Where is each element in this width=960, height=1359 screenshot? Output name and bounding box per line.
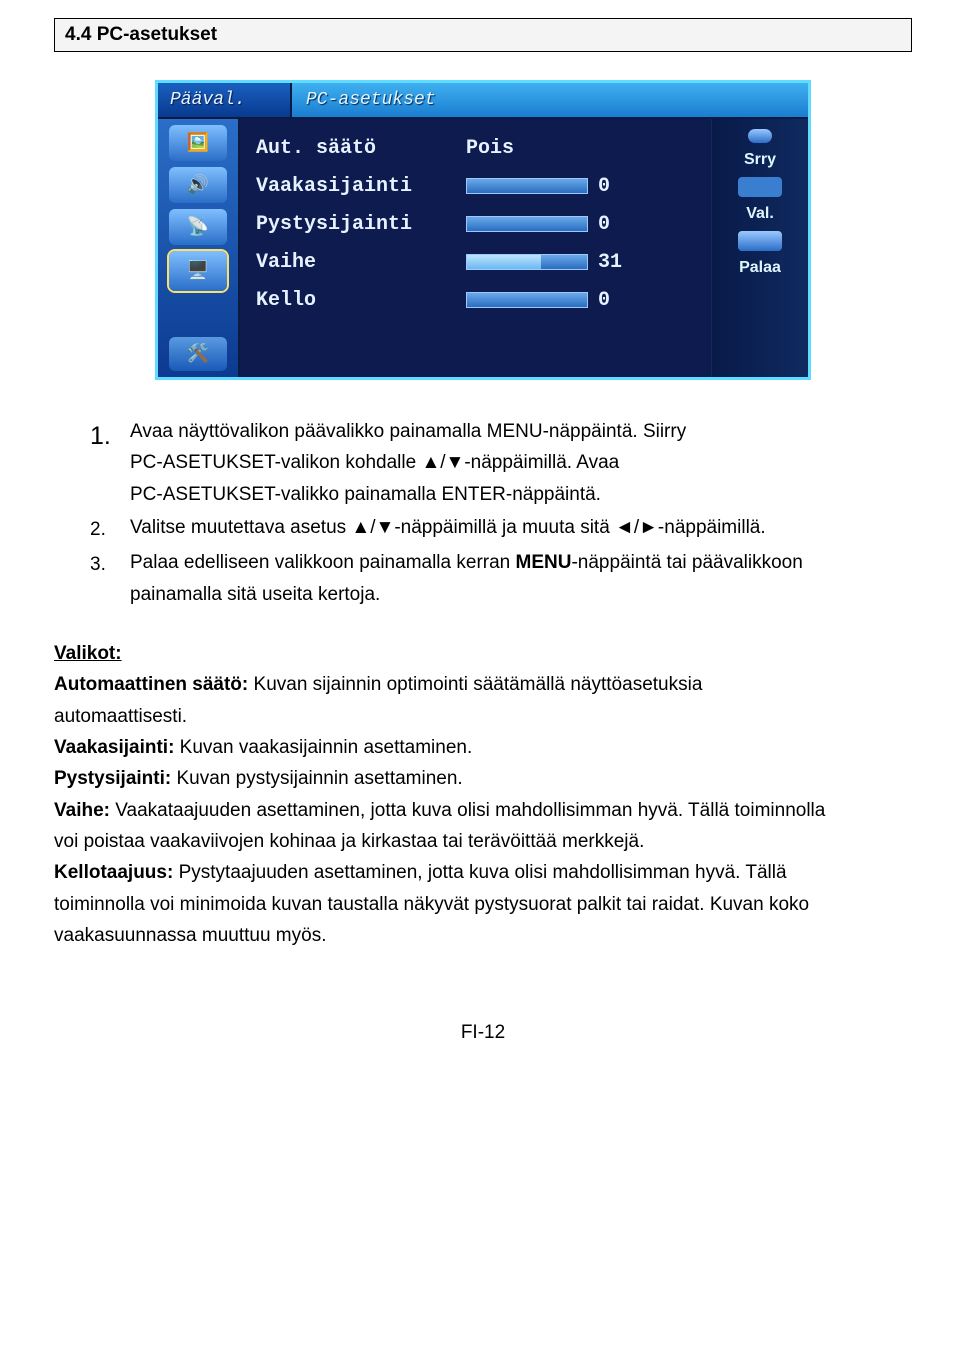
instruction-text: Avaa näyttövalikon päävalikko painamalla… — [130, 421, 686, 442]
slider-icon — [466, 292, 588, 308]
option-desc: automaattisesti. — [54, 706, 187, 727]
setting-row-hpos[interactable]: Vaakasijainti 0 — [256, 167, 705, 205]
option-name: Automaattinen säätö: — [54, 674, 248, 695]
osd-header-title: PC-asetukset — [290, 83, 808, 117]
setting-row-vpos[interactable]: Pystysijainti 0 — [256, 205, 705, 243]
option-desc: Kuvan pystysijainnin asettaminen. — [171, 768, 463, 789]
page-number: FI-12 — [54, 1022, 912, 1044]
setting-value: 31 — [598, 251, 622, 274]
option-name: Vaakasijainti: — [54, 737, 174, 758]
legend-back: Palaa — [739, 259, 781, 277]
scroll-icon — [748, 129, 772, 143]
option-desc: voi poistaa vaakaviivojen kohinaa ja kir… — [54, 831, 644, 852]
instruction-text: Palaa edelliseen valikkoon painamalla ke… — [130, 552, 516, 573]
setting-label: Vaakasijainti — [256, 175, 466, 198]
osd-screenshot: Pääval. PC-asetukset 🖼️ 🔊 📡 🖥️ 🛠️ Aut. s… — [54, 80, 912, 380]
valikot-heading: Valikot: — [54, 643, 122, 664]
option-desc: toiminnolla voi minimoida kuvan taustall… — [54, 894, 809, 915]
setting-row-phase[interactable]: Vaihe 31 — [256, 243, 705, 281]
menu-key: MENU — [516, 552, 572, 573]
setting-label: Pystysijainti — [256, 213, 466, 236]
slider-icon — [466, 216, 588, 232]
slider-icon — [466, 178, 588, 194]
settings-icon[interactable]: 🛠️ — [169, 337, 227, 371]
option-name: Pystysijainti: — [54, 768, 171, 789]
osd-legend: Srry Val. Palaa — [711, 119, 808, 377]
setting-label: Aut. säätö — [256, 137, 466, 160]
menu-button-icon — [738, 231, 782, 251]
sound-icon[interactable]: 🔊 — [169, 167, 227, 203]
option-desc: vaakasuunnassa muuttuu myös. — [54, 925, 327, 946]
section-heading: 4.4 PC-asetukset — [54, 18, 912, 52]
instruction-text: Valitse muutettava asetus ▲/▼-näppäimill… — [130, 517, 766, 538]
option-desc: Pystytaajuuden asettaminen, jotta kuva o… — [173, 862, 786, 883]
option-name: Vaihe: — [54, 800, 110, 821]
pc-icon[interactable]: 🖥️ — [169, 251, 227, 291]
instruction-text: PC-ASETUKSET-valikko painamalla ENTER-nä… — [130, 484, 601, 505]
options-descriptions: Valikot: Automaattinen säätö: Kuvan sija… — [54, 638, 912, 951]
option-desc: Kuvan sijainnin optimointi säätämällä nä… — [248, 674, 702, 695]
setting-row-clock[interactable]: Kello 0 — [256, 281, 705, 319]
step-number: 2. — [90, 512, 112, 545]
setting-label: Kello — [256, 289, 466, 312]
osd-settings-list: Aut. säätö Pois Vaakasijainti 0 Pystysij… — [240, 119, 711, 377]
instruction-text: -näppäintä tai päävalikkoon — [571, 552, 802, 573]
instruction-list: 1. Avaa näyttövalikon päävalikko painama… — [54, 416, 912, 610]
channel-icon[interactable]: 📡 — [169, 209, 227, 245]
setting-value: Pois — [466, 137, 514, 160]
legend-scroll: Srry — [744, 151, 776, 169]
instruction-text: painamalla sitä useita kertoja. — [130, 584, 380, 605]
setting-label: Vaihe — [256, 251, 466, 274]
left-right-icon — [738, 177, 782, 197]
step-number: 3. — [90, 547, 112, 610]
setting-value: 0 — [598, 289, 610, 312]
osd-header-left: Pääval. — [158, 90, 290, 110]
slider-icon — [466, 254, 588, 270]
option-desc: Kuvan vaakasijainnin asettaminen. — [174, 737, 472, 758]
step-number: 1. — [90, 416, 112, 510]
option-desc: Vaakataajuuden asettaminen, jotta kuva o… — [110, 800, 825, 821]
setting-value: 0 — [598, 175, 610, 198]
instruction-text: PC-ASETUKSET-valikon kohdalle ▲/▼-näppäi… — [130, 452, 619, 473]
setting-row-auto[interactable]: Aut. säätö Pois — [256, 129, 705, 167]
osd-sidebar: 🖼️ 🔊 📡 🖥️ 🛠️ — [158, 119, 240, 377]
setting-value: 0 — [598, 213, 610, 236]
legend-select: Val. — [746, 205, 774, 223]
option-name: Kellotaajuus: — [54, 862, 173, 883]
picture-icon[interactable]: 🖼️ — [169, 125, 227, 161]
